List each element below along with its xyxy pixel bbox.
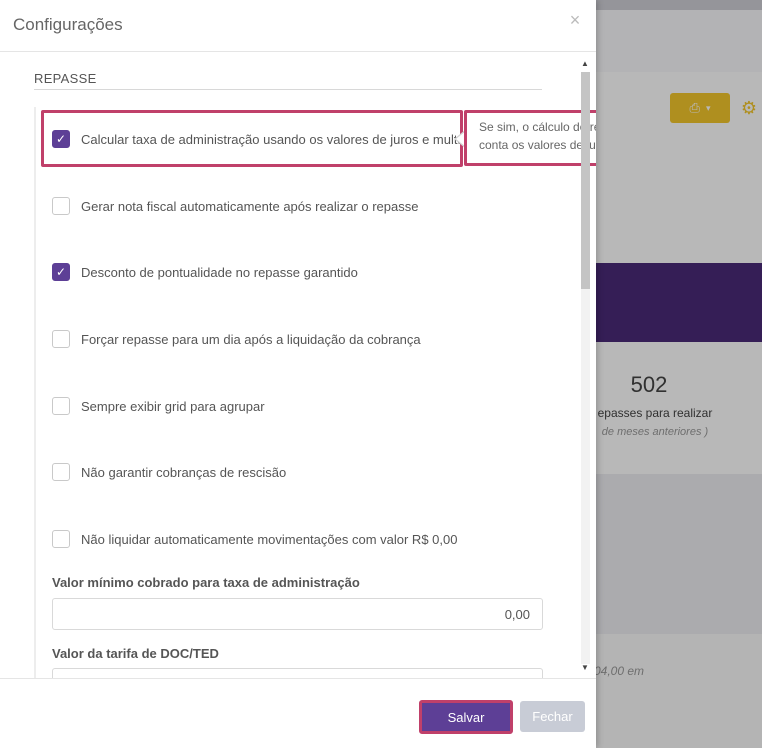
checkbox-option-always-grid[interactable]: Sempre exibir grid para agrupar (52, 396, 265, 416)
checkbox-label: Forçar repasse para um dia após a liquid… (81, 331, 421, 347)
checkbox-checked[interactable]: ✓ (52, 130, 70, 148)
section-title: REPASSE (34, 71, 97, 86)
doc-ted-fee-input[interactable] (52, 668, 543, 678)
caret-up-icon[interactable]: ▲ (581, 59, 589, 68)
min-admin-fee-input[interactable] (52, 598, 543, 630)
caret-down-icon[interactable]: ▼ (581, 663, 589, 672)
modal-body: REPASSE ✓ Calcular taxa de administração… (0, 53, 596, 678)
checkbox-option-invoice[interactable]: Gerar nota fiscal automaticamente após r… (52, 196, 418, 216)
modal-title: Configurações (13, 15, 123, 34)
checkbox-option-interest-fee[interactable]: ✓ Calcular taxa de administração usando … (52, 129, 468, 149)
checkbox-option-force-next-day[interactable]: Forçar repasse para um dia após a liquid… (52, 329, 421, 349)
checkbox-label: Não liquidar automaticamente movimentaçõ… (81, 531, 458, 547)
close-button[interactable]: Fechar (520, 701, 585, 732)
checkbox-unchecked[interactable] (52, 397, 70, 415)
checkbox-option-punctuality-discount[interactable]: ✓ Desconto de pontualidade no repasse ga… (52, 262, 358, 282)
checkbox-option-zero-value[interactable]: Não liquidar automaticamente movimentaçõ… (52, 529, 457, 549)
checkbox-label: Gerar nota fiscal automaticamente após r… (81, 198, 419, 214)
checkbox-label: Desconto de pontualidade no repasse gara… (81, 264, 358, 280)
scrollbar[interactable]: ▲ ▼ (578, 59, 592, 675)
checkbox-checked[interactable]: ✓ (52, 263, 70, 281)
checkbox-option-rescission[interactable]: Não garantir cobranças de rescisão (52, 462, 286, 482)
min-admin-fee-label: Valor mínimo cobrado para taxa de admini… (52, 575, 360, 590)
checkbox-unchecked[interactable] (52, 197, 70, 215)
settings-modal: Configurações × REPASSE ✓ Calcular taxa … (0, 0, 596, 748)
save-button[interactable]: Salvar (419, 700, 513, 734)
close-icon[interactable]: × (566, 10, 584, 30)
section-left-border (34, 107, 36, 678)
checkbox-unchecked[interactable] (52, 330, 70, 348)
checkbox-unchecked[interactable] (52, 463, 70, 481)
checkbox-label: Calcular taxa de administração usando os… (81, 131, 469, 147)
checkbox-label: Não garantir cobranças de rescisão (81, 464, 287, 480)
modal-footer: Salvar Fechar (0, 678, 596, 748)
modal-header: Configurações × (0, 0, 596, 52)
checkbox-label: Sempre exibir grid para agrupar (81, 398, 265, 414)
section-divider (34, 89, 542, 90)
scroll-thumb[interactable] (581, 72, 590, 289)
doc-ted-fee-label: Valor da tarifa de DOC/TED (52, 646, 219, 661)
checkbox-unchecked[interactable] (52, 530, 70, 548)
tooltip: Se sim, o cálculo do repasse é feito lev… (464, 110, 596, 166)
check-icon: ✓ (55, 265, 67, 279)
check-icon: ✓ (55, 132, 67, 146)
